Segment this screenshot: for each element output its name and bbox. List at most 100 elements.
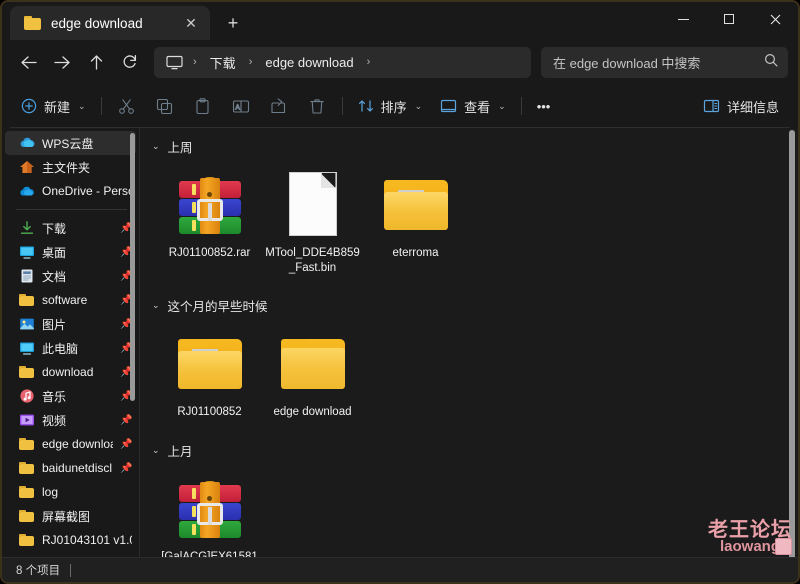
file-item-galacg-7z[interactable]: [GalACG]EX615815658.7z: [158, 468, 261, 557]
maximize-button[interactable]: [706, 2, 752, 36]
sidebar-item-ipad[interactable]: iPad: [5, 552, 136, 557]
sidebar-item-this-pc[interactable]: 此电脑 📌: [5, 336, 136, 360]
share-icon[interactable]: [260, 90, 298, 122]
file-grid-last-week: RJ01100852.rar MTool_DDE4B859_Fast.bin e…: [140, 160, 798, 287]
pin-icon[interactable]: 📌: [120, 415, 132, 426]
pin-icon[interactable]: 📌: [120, 439, 132, 450]
sidebar-item-downloads[interactable]: 下载 📌: [5, 216, 136, 240]
new-tab-button[interactable]: +: [218, 8, 248, 38]
sidebar-item-baidunetdisk[interactable]: baidunetdiscl 📌: [5, 456, 136, 480]
overflow-menu-button[interactable]: •••: [528, 90, 560, 122]
up-arrow-icon[interactable]: [80, 46, 112, 78]
new-button-label: 新建: [44, 99, 71, 115]
file-item-label: MTool_DDE4B859_Fast.bin: [265, 247, 360, 274]
group-header-last-week[interactable]: ⌄ 上周: [140, 128, 798, 160]
search-input[interactable]: 在 edge download 中搜索: [541, 46, 788, 78]
file-item-edge-download-folder[interactable]: edge download: [261, 323, 364, 426]
sidebar-item-label: RJ01043101 v1.0: [42, 533, 132, 547]
sidebar-item-edge-download[interactable]: edge downloa 📌: [5, 432, 136, 456]
group-header-label: 这个月的早些时候: [167, 300, 268, 315]
sidebar-item-software[interactable]: software 📌: [5, 288, 136, 312]
sidebar-item-label: 主文件夹: [42, 160, 91, 175]
sort-button[interactable]: 排序 ⌄: [349, 90, 432, 122]
close-window-button[interactable]: [752, 2, 798, 36]
file-item-eterroma[interactable]: eterroma: [364, 164, 467, 281]
sidebar-item-screenshots[interactable]: 屏幕截图: [5, 504, 136, 528]
download-icon: [19, 220, 35, 236]
sidebar-item-label: WPS云盘: [42, 136, 94, 151]
sidebar-item-onedrive[interactable]: OneDrive - Persо: [5, 179, 136, 203]
view-button-label: 查看: [464, 99, 491, 115]
navigation-bar: › 下载 › edge download › 在 edge download 中…: [2, 40, 798, 84]
file-item-rj01100852-rar[interactable]: RJ01100852.rar: [158, 164, 261, 281]
breadcrumb-item-edge-download[interactable]: edge download: [258, 52, 360, 73]
toolbar-divider: [100, 97, 102, 115]
group-header-last-month[interactable]: ⌄ 上月: [140, 432, 798, 464]
sidebar-item-music[interactable]: 音乐 📌: [5, 384, 136, 408]
minimize-button[interactable]: [660, 2, 706, 36]
file-explorer-window: edge download ✕ + › 下载 › edge download ›…: [0, 0, 800, 584]
sidebar-item-documents[interactable]: 文档 📌: [5, 264, 136, 288]
chevron-down-icon[interactable]: ⌄: [152, 445, 160, 456]
new-button[interactable]: 新建 ⌄: [12, 90, 95, 122]
file-item-label: edge download: [273, 406, 352, 419]
sidebar-item-wps-cloud[interactable]: WPS云盘: [5, 131, 136, 155]
folder-icon: [19, 484, 35, 500]
blank-document-icon: [277, 168, 349, 240]
content-scrollbar-thumb[interactable]: [789, 130, 795, 557]
folder-icon: [24, 16, 41, 30]
desktop-icon: [19, 244, 35, 260]
file-item-mtool-bin[interactable]: MTool_DDE4B859_Fast.bin: [261, 164, 364, 281]
folder-icon: [19, 292, 35, 308]
sidebar-item-rj01043101[interactable]: RJ01043101 v1.0: [5, 528, 136, 552]
breadcrumb-separator-trailing[interactable]: ›: [363, 56, 375, 68]
breadcrumb-separator: ›: [248, 56, 253, 68]
sidebar-item-videos[interactable]: 视频 📌: [5, 408, 136, 432]
folder-with-files-icon: [380, 168, 452, 240]
breadcrumb[interactable]: › 下载 › edge download ›: [154, 46, 531, 78]
sidebar-item-download-folder[interactable]: download 📌: [5, 360, 136, 384]
file-item-label: [GalACG]EX615815658.7z: [161, 550, 258, 557]
sidebar-scrollbar-track[interactable]: [130, 128, 137, 557]
file-list-pane[interactable]: ⌄ 上周 RJ01100852.rar MTool_DDE4B859_Fast.…: [139, 128, 798, 557]
archive-icon: [174, 472, 246, 544]
search-icon[interactable]: [764, 53, 778, 72]
rename-icon[interactable]: A: [222, 90, 260, 122]
status-item-count: 8 个项目: [16, 565, 61, 577]
pin-icon[interactable]: 📌: [120, 463, 132, 474]
sidebar-item-pictures[interactable]: 图片 📌: [5, 312, 136, 336]
cut-icon[interactable]: [108, 90, 146, 122]
chevron-down-icon[interactable]: ⌄: [152, 300, 160, 311]
file-item-rj01100852-folder[interactable]: RJ01100852: [158, 323, 261, 426]
tab-edge-download[interactable]: edge download ✕: [10, 6, 210, 40]
paste-icon[interactable]: [184, 90, 222, 122]
sidebar-item-home[interactable]: 主文件夹: [5, 155, 136, 179]
monitor-icon[interactable]: [162, 55, 187, 70]
group-header-earlier-this-month[interactable]: ⌄ 这个月的早些时候: [140, 287, 798, 319]
breadcrumb-separator: ›: [193, 56, 197, 68]
back-arrow-icon[interactable]: [12, 46, 44, 78]
sidebar-item-label: 此电脑: [42, 341, 79, 356]
group-header-label: 上周: [167, 141, 193, 155]
chevron-down-icon: ⌄: [78, 100, 86, 111]
details-pane-button[interactable]: 详细信息: [694, 90, 788, 122]
sidebar-item-label: 文档: [42, 269, 67, 284]
file-grid-earlier-this-month: RJ01100852 edge download: [140, 319, 798, 432]
empty-folder-icon: [277, 327, 349, 399]
folder-icon: [19, 460, 35, 476]
sidebar-item-label: 视频: [42, 413, 67, 428]
delete-icon[interactable]: [298, 90, 336, 122]
breadcrumb-item-downloads[interactable]: 下载: [203, 50, 243, 75]
sidebar-item-desktop[interactable]: 桌面 📌: [5, 240, 136, 264]
refresh-icon[interactable]: [114, 46, 146, 78]
chevron-down-icon[interactable]: ⌄: [152, 141, 160, 152]
copy-icon[interactable]: [146, 90, 184, 122]
sidebar-item-label: 屏幕截图: [42, 509, 91, 524]
chevron-down-icon: ⌄: [498, 100, 506, 111]
view-button[interactable]: 查看 ⌄: [431, 90, 515, 122]
sidebar-scrollbar-thumb[interactable]: [130, 133, 135, 401]
sidebar-item-log[interactable]: log: [5, 480, 136, 504]
close-icon[interactable]: ✕: [178, 10, 204, 36]
forward-arrow-icon[interactable]: [46, 46, 78, 78]
status-bar: 8 个项目: [2, 557, 798, 582]
